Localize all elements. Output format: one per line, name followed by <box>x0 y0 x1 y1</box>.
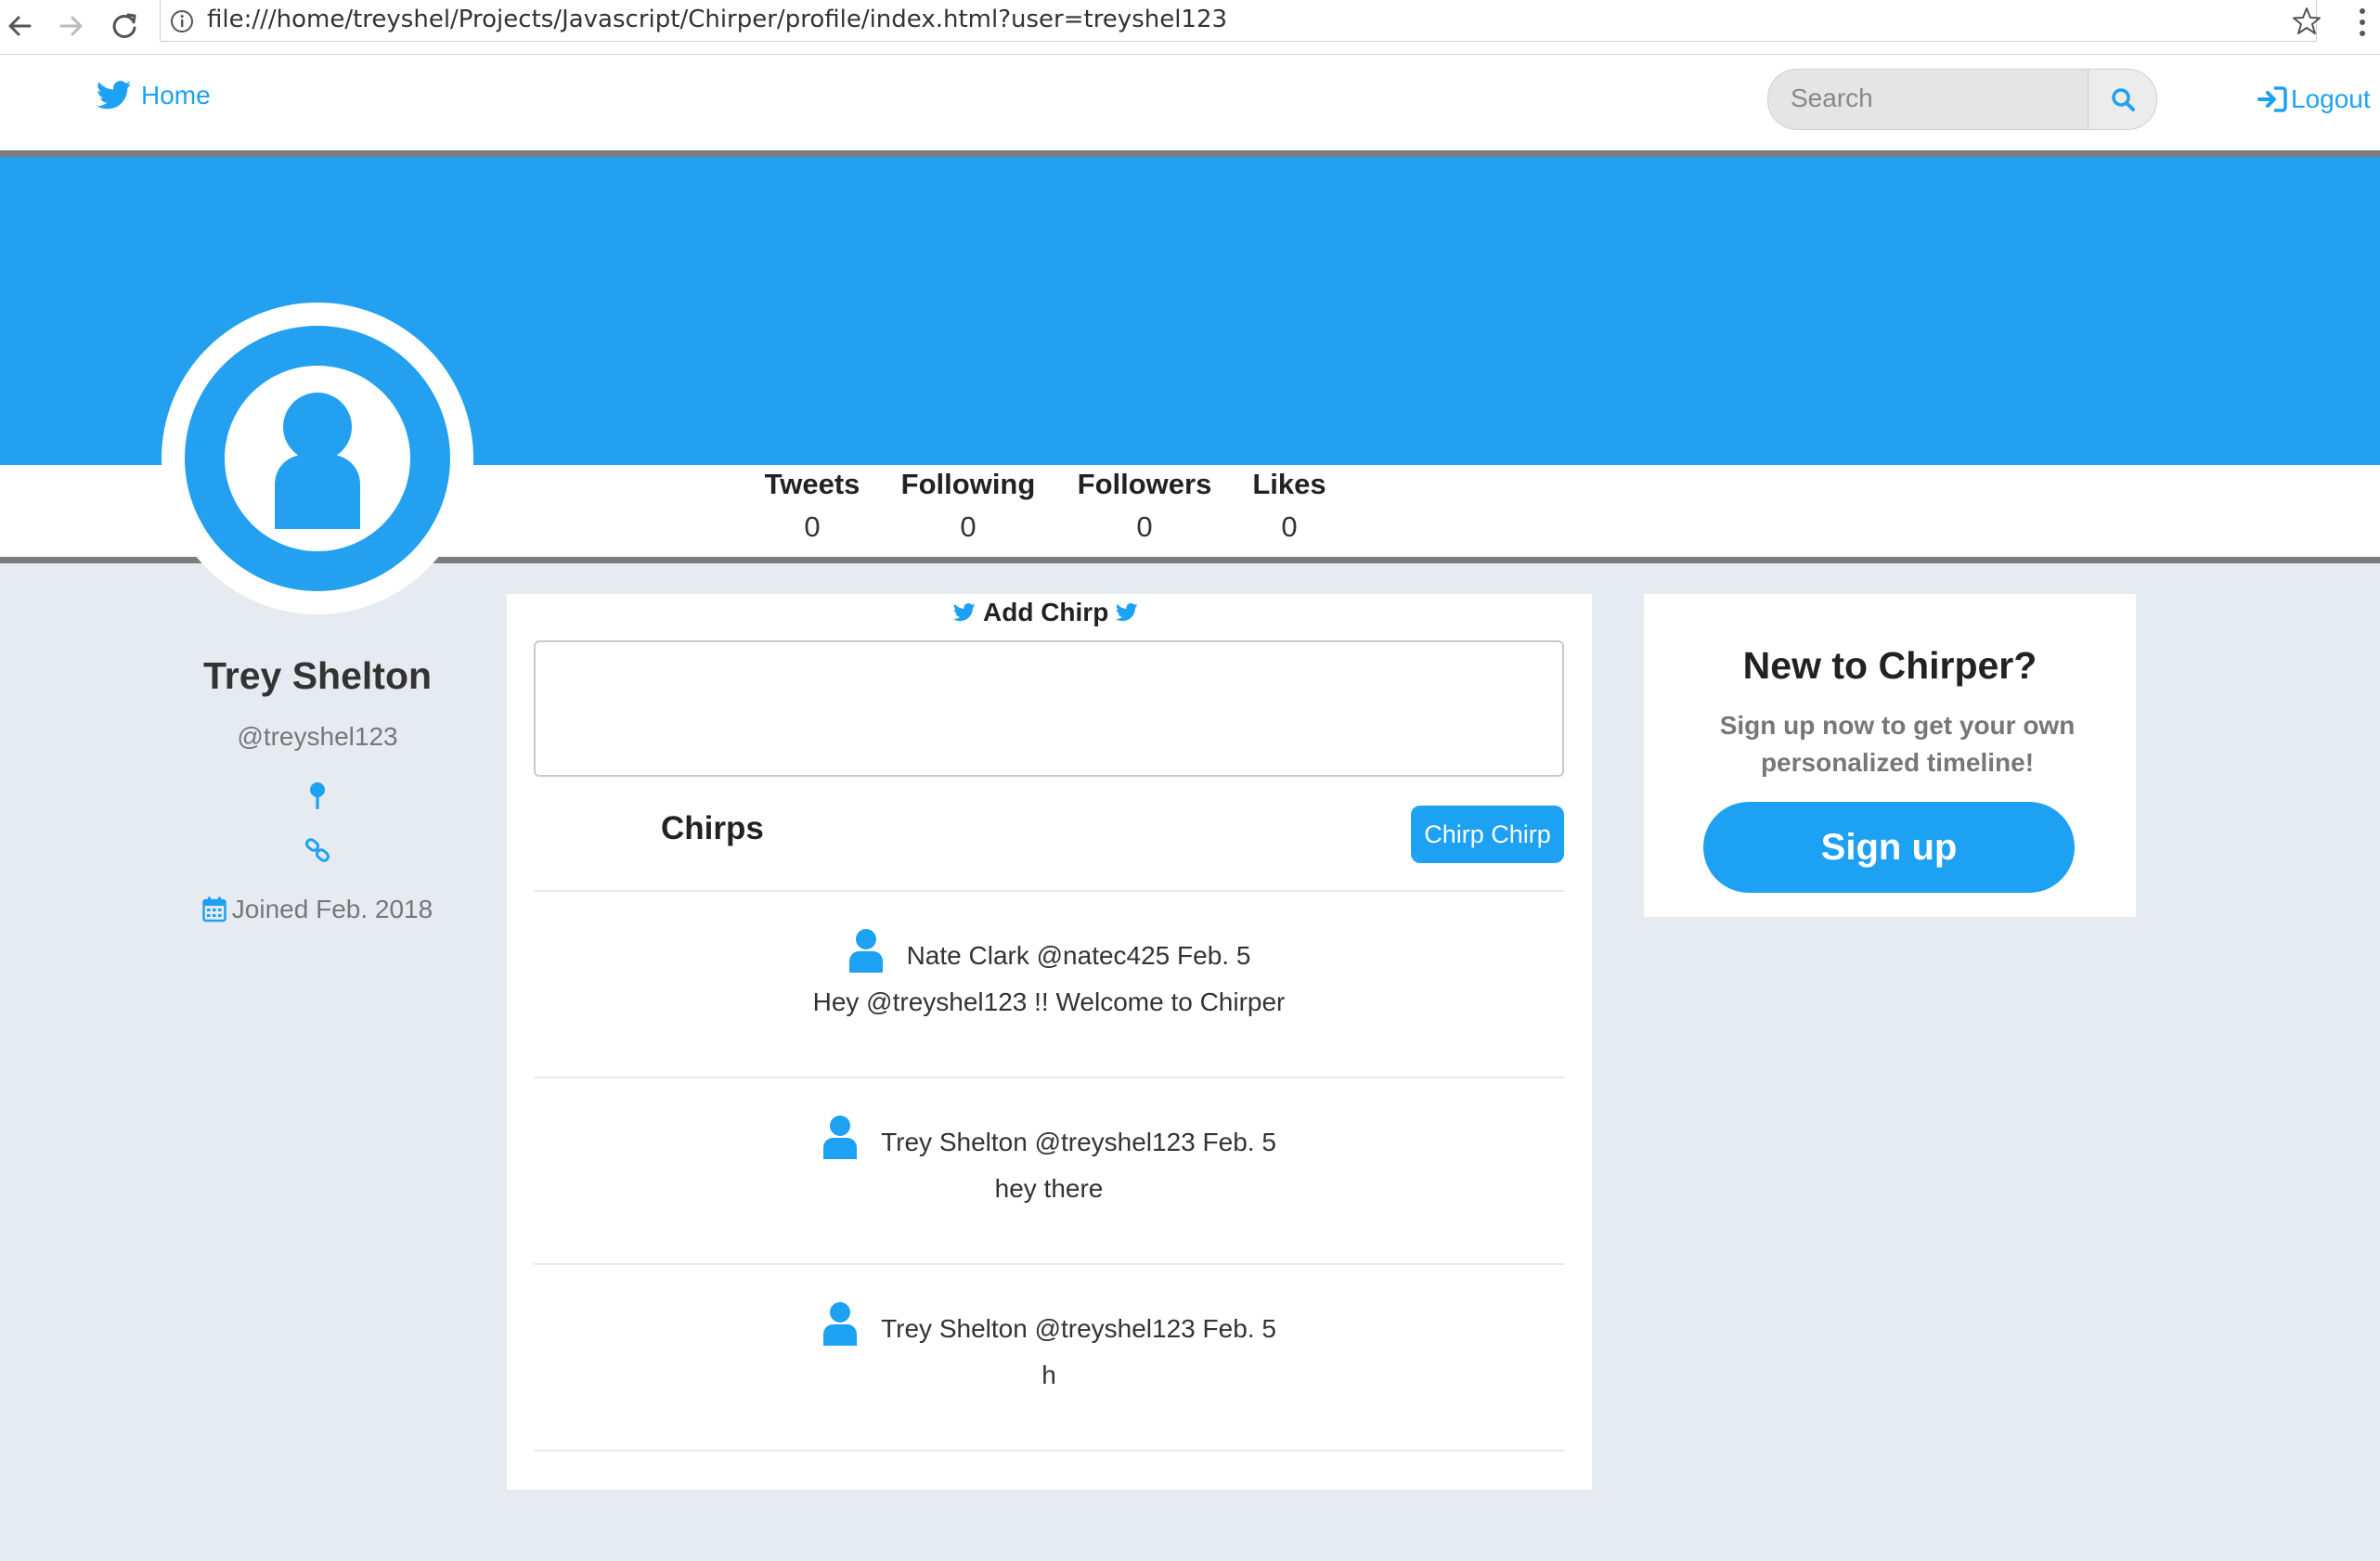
signup-title: New to Chirper? <box>1742 644 2037 687</box>
profile-name: Trey Shelton <box>202 654 433 697</box>
chirp-author: Trey Shelton @treyshel123 Feb. 5 <box>881 1128 1276 1156</box>
divider <box>534 890 1564 892</box>
divider <box>534 1263 1564 1265</box>
search-button[interactable] <box>2088 70 2156 129</box>
chirp-meta: Nate Clark @natec425 Feb. 5 <box>534 928 1564 973</box>
chirp-text: hey there <box>994 1174 1104 1203</box>
chirp-item: Nate Clark @natec425 Feb. 5 Hey @treyshe… <box>534 893 1564 1078</box>
stat-tweets[interactable]: Tweets 0 <box>763 468 861 544</box>
add-chirp-label: Add Chirp <box>983 598 1109 626</box>
chirp-author: Nate Clark @natec425 Feb. 5 <box>906 941 1251 970</box>
logout-label: Logout <box>2291 84 2371 113</box>
chirp-item: Trey Shelton @treyshel123 Feb. 5 hey the… <box>534 1079 1564 1265</box>
location-pin-icon <box>308 781 327 811</box>
chirps-title: Chirps <box>661 810 764 846</box>
stat-followers[interactable]: Followers 0 <box>1075 468 1214 544</box>
signup-subtitle: Sign up now to get your own personalized… <box>1719 711 2076 777</box>
bird-icon <box>953 603 976 622</box>
bird-logo-icon <box>97 81 132 110</box>
home-link[interactable]: Home <box>97 81 211 110</box>
logout-link[interactable]: Logout <box>2257 84 2371 114</box>
chirp-text: Hey @treyshel123 !! Welcome to Chirper <box>812 987 1286 1016</box>
back-arrow-icon[interactable] <box>2 7 39 45</box>
search-box <box>1767 69 2157 130</box>
calendar-icon <box>202 897 226 922</box>
add-chirp-heading: Add Chirp <box>953 598 1138 627</box>
address-bar-url[interactable]: file:///home/treyshel/Projects/Javascrip… <box>207 6 1227 33</box>
search-input[interactable] <box>1768 70 2088 127</box>
forward-arrow-icon[interactable] <box>52 7 89 45</box>
info-icon[interactable] <box>170 9 194 33</box>
stat-value: 0 <box>1136 510 1153 543</box>
reload-icon[interactable] <box>106 7 143 45</box>
stat-value: 0 <box>960 510 977 543</box>
divider <box>534 1450 1564 1451</box>
home-link-label: Home <box>141 81 211 110</box>
browser-menu-icon[interactable] <box>2356 4 2369 41</box>
address-bar[interactable]: file:///home/treyshel/Projects/Javascrip… <box>160 0 2317 42</box>
joined-label: Joined Feb. 2018 <box>231 895 433 923</box>
sign-up-button[interactable]: Sign up <box>1703 802 2075 893</box>
chirp-meta: Trey Shelton @treyshel123 Feb. 5 <box>534 1301 1564 1346</box>
stat-following[interactable]: Following 0 <box>897 468 1040 544</box>
search-icon <box>2110 86 2136 112</box>
user-icon <box>847 928 885 973</box>
joined-date: Joined Feb. 2018 <box>115 895 520 924</box>
chirp-text: h <box>1041 1361 1056 1389</box>
stat-label: Following <box>900 468 1036 500</box>
user-icon <box>821 1301 859 1346</box>
chirp-meta: Trey Shelton @treyshel123 Feb. 5 <box>534 1115 1564 1159</box>
site-navbar: Home Logout <box>0 55 2380 157</box>
stat-value: 0 <box>804 510 821 543</box>
divider <box>534 1077 1564 1078</box>
bird-icon <box>1116 603 1138 622</box>
stat-label: Followers <box>1077 468 1212 500</box>
user-icon <box>821 1115 859 1159</box>
stat-likes[interactable]: Likes 0 <box>1249 468 1329 544</box>
user-icon <box>262 390 373 529</box>
browser-toolbar: file:///home/treyshel/Projects/Javascrip… <box>0 0 2380 55</box>
bookmark-star-icon[interactable] <box>2291 6 2322 37</box>
stat-label: Tweets <box>764 468 860 500</box>
chirp-textarea[interactable] <box>534 640 1564 777</box>
stat-value: 0 <box>1281 510 1298 543</box>
sign-in-icon <box>2257 85 2287 113</box>
chirp-chirp-button[interactable]: Chirp Chirp <box>1411 806 1564 863</box>
link-icon[interactable] <box>304 837 330 863</box>
stat-label: Likes <box>1252 468 1326 500</box>
chirp-author: Trey Shelton @treyshel123 Feb. 5 <box>881 1314 1276 1343</box>
chirp-item: Trey Shelton @treyshel123 Feb. 5 h <box>534 1266 1564 1451</box>
profile-handle: @treyshel123 <box>237 722 398 751</box>
